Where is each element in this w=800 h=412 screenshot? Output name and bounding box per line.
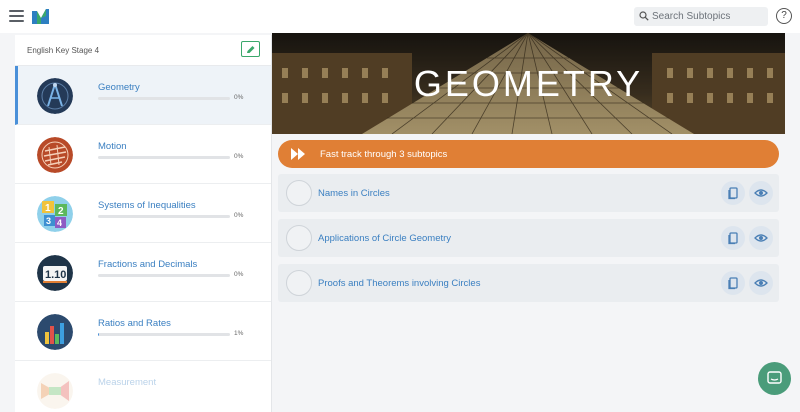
pencil-icon bbox=[247, 46, 255, 53]
topic-banner: GEOMETRY bbox=[272, 33, 785, 134]
document-icon bbox=[728, 277, 738, 290]
measurement-icon bbox=[37, 373, 73, 409]
svg-text:1.101: 1.101 bbox=[45, 269, 73, 281]
topic-title: GEOMETRY bbox=[413, 63, 644, 104]
worksheet-button[interactable] bbox=[721, 226, 745, 250]
eye-icon bbox=[754, 234, 768, 242]
subtopic-status-circle[interactable] bbox=[286, 180, 312, 206]
topic-sidebar: English Key Stage 4 Geometry 0% Motion 0… bbox=[15, 35, 272, 412]
topic-name: Geometry bbox=[98, 82, 140, 93]
svg-text:3: 3 bbox=[46, 216, 51, 226]
eye-icon bbox=[754, 189, 768, 197]
document-icon bbox=[728, 232, 738, 245]
subtopic-status-circle[interactable] bbox=[286, 270, 312, 296]
preview-button[interactable] bbox=[749, 271, 773, 295]
preview-button[interactable] bbox=[749, 226, 773, 250]
topic-name: Systems of Inequalities bbox=[98, 200, 196, 211]
fast-forward-icon bbox=[291, 148, 305, 160]
subtopic-row: Names in Circles bbox=[278, 174, 779, 212]
topic-name: Ratios and Rates bbox=[98, 318, 171, 329]
bar-chart-icon bbox=[37, 314, 73, 350]
topic-item-ratios-and-rates[interactable]: Ratios and Rates 1% bbox=[15, 302, 271, 361]
subtopic-name[interactable]: Applications of Circle Geometry bbox=[318, 233, 451, 244]
main-content: GEOMETRY Fast track through 3 subtopics … bbox=[272, 33, 785, 412]
fast-track-button[interactable]: Fast track through 3 subtopics bbox=[278, 140, 779, 168]
chat-button[interactable] bbox=[758, 362, 791, 395]
topic-item-fractions-and-decimals[interactable]: 1.101 Fractions and Decimals 0% bbox=[15, 243, 271, 302]
progress-bar bbox=[98, 156, 230, 159]
progress-percent: 0% bbox=[234, 153, 244, 160]
progress-bar bbox=[98, 333, 230, 336]
motion-icon bbox=[37, 137, 73, 173]
fast-track-label: Fast track through 3 subtopics bbox=[320, 149, 448, 160]
topic-name: Fractions and Decimals bbox=[98, 259, 198, 270]
chat-icon bbox=[767, 371, 782, 384]
edit-course-button[interactable] bbox=[241, 41, 260, 57]
eye-icon bbox=[754, 279, 768, 287]
topic-name: Measurement bbox=[98, 377, 157, 388]
decimal-icon: 1.101 bbox=[37, 255, 73, 291]
subtopic-name[interactable]: Names in Circles bbox=[318, 188, 390, 199]
top-bar: ? bbox=[0, 0, 800, 33]
search-icon bbox=[639, 11, 649, 21]
compass-icon bbox=[37, 78, 73, 114]
help-button[interactable]: ? bbox=[776, 8, 792, 24]
progress-bar bbox=[98, 274, 230, 277]
progress-bar bbox=[98, 97, 230, 100]
subtopic-row: Applications of Circle Geometry bbox=[278, 219, 779, 257]
topic-item-motion[interactable]: Motion 0% bbox=[15, 125, 271, 184]
progress-percent: 0% bbox=[234, 94, 244, 101]
preview-button[interactable] bbox=[749, 181, 773, 205]
svg-text:1: 1 bbox=[45, 203, 51, 214]
hamburger-menu-icon[interactable] bbox=[9, 10, 24, 22]
number-blocks-icon: 1 2 3 4 bbox=[37, 196, 73, 232]
subtopic-name[interactable]: Proofs and Theorems involving Circles bbox=[318, 278, 480, 289]
topic-item-geometry[interactable]: Geometry 0% bbox=[15, 66, 271, 125]
progress-bar bbox=[98, 215, 230, 218]
worksheet-button[interactable] bbox=[721, 271, 745, 295]
search-box[interactable] bbox=[634, 7, 768, 26]
svg-text:2: 2 bbox=[58, 206, 64, 217]
sidebar-header: English Key Stage 4 bbox=[15, 35, 271, 66]
subtopic-status-circle[interactable] bbox=[286, 225, 312, 251]
logo[interactable] bbox=[32, 8, 49, 24]
svg-text:4: 4 bbox=[57, 218, 62, 228]
worksheet-button[interactable] bbox=[721, 181, 745, 205]
progress-percent: 1% bbox=[234, 330, 244, 337]
search-input[interactable] bbox=[652, 9, 764, 24]
subtopic-row: Proofs and Theorems involving Circles bbox=[278, 264, 779, 302]
topic-item-systems-of-inequalities[interactable]: 1 2 3 4 Systems of Inequalities 0% bbox=[15, 184, 271, 243]
topic-name: Motion bbox=[98, 141, 127, 152]
document-icon bbox=[728, 187, 738, 200]
progress-percent: 0% bbox=[234, 212, 244, 219]
course-name: English Key Stage 4 bbox=[27, 46, 100, 55]
topic-item-measurement[interactable]: Measurement bbox=[15, 361, 271, 412]
progress-percent: 0% bbox=[234, 271, 244, 278]
